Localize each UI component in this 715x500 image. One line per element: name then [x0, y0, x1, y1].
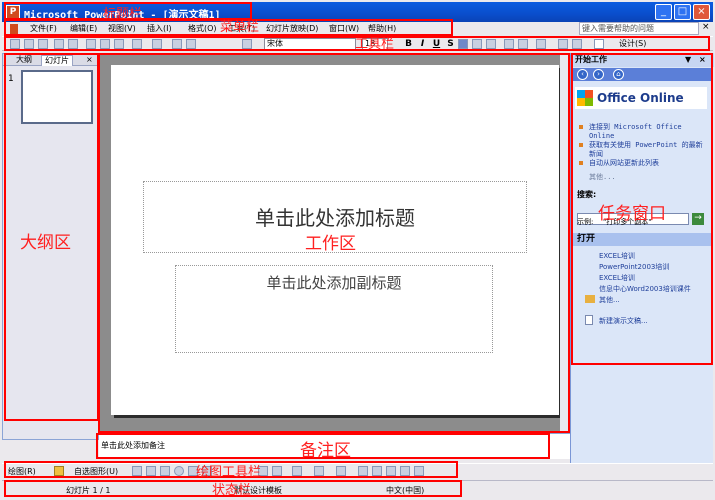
- annotation-task-window: 任务窗口: [598, 204, 666, 224]
- close-button[interactable]: ×: [693, 4, 710, 20]
- minimize-button[interactable]: _: [655, 4, 672, 20]
- annotation-outline: 大纲区: [20, 233, 71, 253]
- maximize-button[interactable]: □: [674, 4, 691, 20]
- help-search-input[interactable]: 键入需要帮助的问题: [579, 22, 699, 35]
- annotation-status: 状态栏: [212, 483, 252, 498]
- annotation-draw-toolbar: 绘图工具栏: [196, 465, 262, 480]
- close-document-icon[interactable]: ×: [702, 22, 710, 32]
- annotation-notes: 备注区: [300, 441, 351, 461]
- powerpoint-window: P Microsoft PowerPoint - [演示文稿1] _ □ × 文…: [0, 0, 715, 500]
- annotation-menu-bar: 菜单栏: [220, 20, 260, 35]
- annotation-toolbar: 工具栏: [355, 37, 395, 52]
- annotation-work: 工作区: [305, 234, 356, 254]
